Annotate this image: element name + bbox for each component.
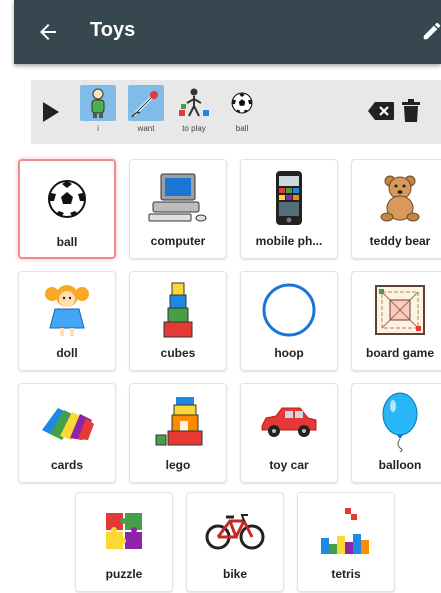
- sentence-word-ball[interactable]: ball: [221, 85, 263, 133]
- tile-tetris[interactable]: tetris: [297, 492, 395, 592]
- backspace-icon[interactable]: [367, 101, 395, 121]
- tile-label: board game: [365, 346, 434, 360]
- sentence-word-to-play[interactable]: to play: [173, 85, 215, 133]
- edit-pencil-icon[interactable]: [421, 20, 441, 42]
- sentence-word-label: ball: [235, 124, 249, 133]
- tile-label: tetris: [331, 567, 361, 581]
- tile-teddy-bear[interactable]: teddy bear: [351, 159, 441, 259]
- tile-label: computer: [150, 234, 206, 248]
- tile-balloon[interactable]: balloon: [351, 383, 441, 483]
- cards-icon: [19, 392, 115, 452]
- balloon-icon: [352, 392, 441, 452]
- soccer-ball-icon: [224, 85, 260, 121]
- tile-lego[interactable]: lego: [129, 383, 227, 483]
- puzzle-icon: [76, 501, 172, 561]
- tile-label: toy car: [269, 458, 309, 472]
- tile-doll[interactable]: doll: [18, 271, 116, 371]
- sentence-word-label: i: [97, 124, 99, 133]
- toy-car-icon: [241, 392, 337, 452]
- soccer-ball-icon: [20, 169, 114, 229]
- tile-mobile-phone[interactable]: mobile ph...: [240, 159, 338, 259]
- tile-label: puzzle: [105, 567, 143, 581]
- tile-label: balloon: [378, 458, 422, 472]
- tetris-icon: [298, 501, 394, 561]
- tile-toy-car[interactable]: toy car: [240, 383, 338, 483]
- tile-label: cubes: [160, 346, 196, 360]
- sentence-bar: i want to play ball: [31, 80, 441, 144]
- play-icon[interactable]: [41, 100, 61, 124]
- bike-icon: [187, 501, 283, 561]
- tile-bike[interactable]: bike: [186, 492, 284, 592]
- tile-computer[interactable]: computer: [129, 159, 227, 259]
- to-play-icon: [176, 85, 212, 121]
- tile-label: bike: [222, 567, 247, 581]
- tile-label: doll: [56, 346, 78, 360]
- tile-label: lego: [165, 458, 191, 472]
- tile-label: cards: [50, 458, 84, 472]
- app-bar: Toys: [14, 0, 441, 64]
- cubes-icon: [130, 280, 226, 340]
- sentence-word-i[interactable]: i: [77, 85, 119, 133]
- tile-hoop[interactable]: hoop: [240, 271, 338, 371]
- tile-label: teddy bear: [369, 234, 431, 248]
- doll-icon: [19, 280, 115, 340]
- computer-icon: [130, 168, 226, 228]
- tile-ball[interactable]: ball: [18, 159, 116, 259]
- trash-icon[interactable]: [401, 99, 421, 123]
- tile-label: hoop: [274, 346, 304, 360]
- back-arrow-icon[interactable]: [36, 20, 60, 44]
- tile-board-game[interactable]: board game: [351, 271, 441, 371]
- person-i-icon: [80, 85, 116, 121]
- want-hand-icon: [128, 85, 164, 121]
- tile-puzzle[interactable]: puzzle: [75, 492, 173, 592]
- sentence-word-label: to play: [182, 124, 206, 133]
- board-game-icon: [352, 280, 441, 340]
- tile-label: mobile ph...: [255, 234, 323, 248]
- teddy-bear-icon: [352, 168, 441, 228]
- tile-cubes[interactable]: cubes: [129, 271, 227, 371]
- hoop-icon: [241, 280, 337, 340]
- page-title: Toys: [90, 19, 136, 41]
- tile-cards[interactable]: cards: [18, 383, 116, 483]
- mobile-phone-icon: [241, 168, 337, 228]
- lego-icon: [130, 392, 226, 452]
- tile-label: ball: [56, 235, 78, 249]
- sentence-word-label: want: [137, 124, 155, 133]
- sentence-word-want[interactable]: want: [125, 85, 167, 133]
